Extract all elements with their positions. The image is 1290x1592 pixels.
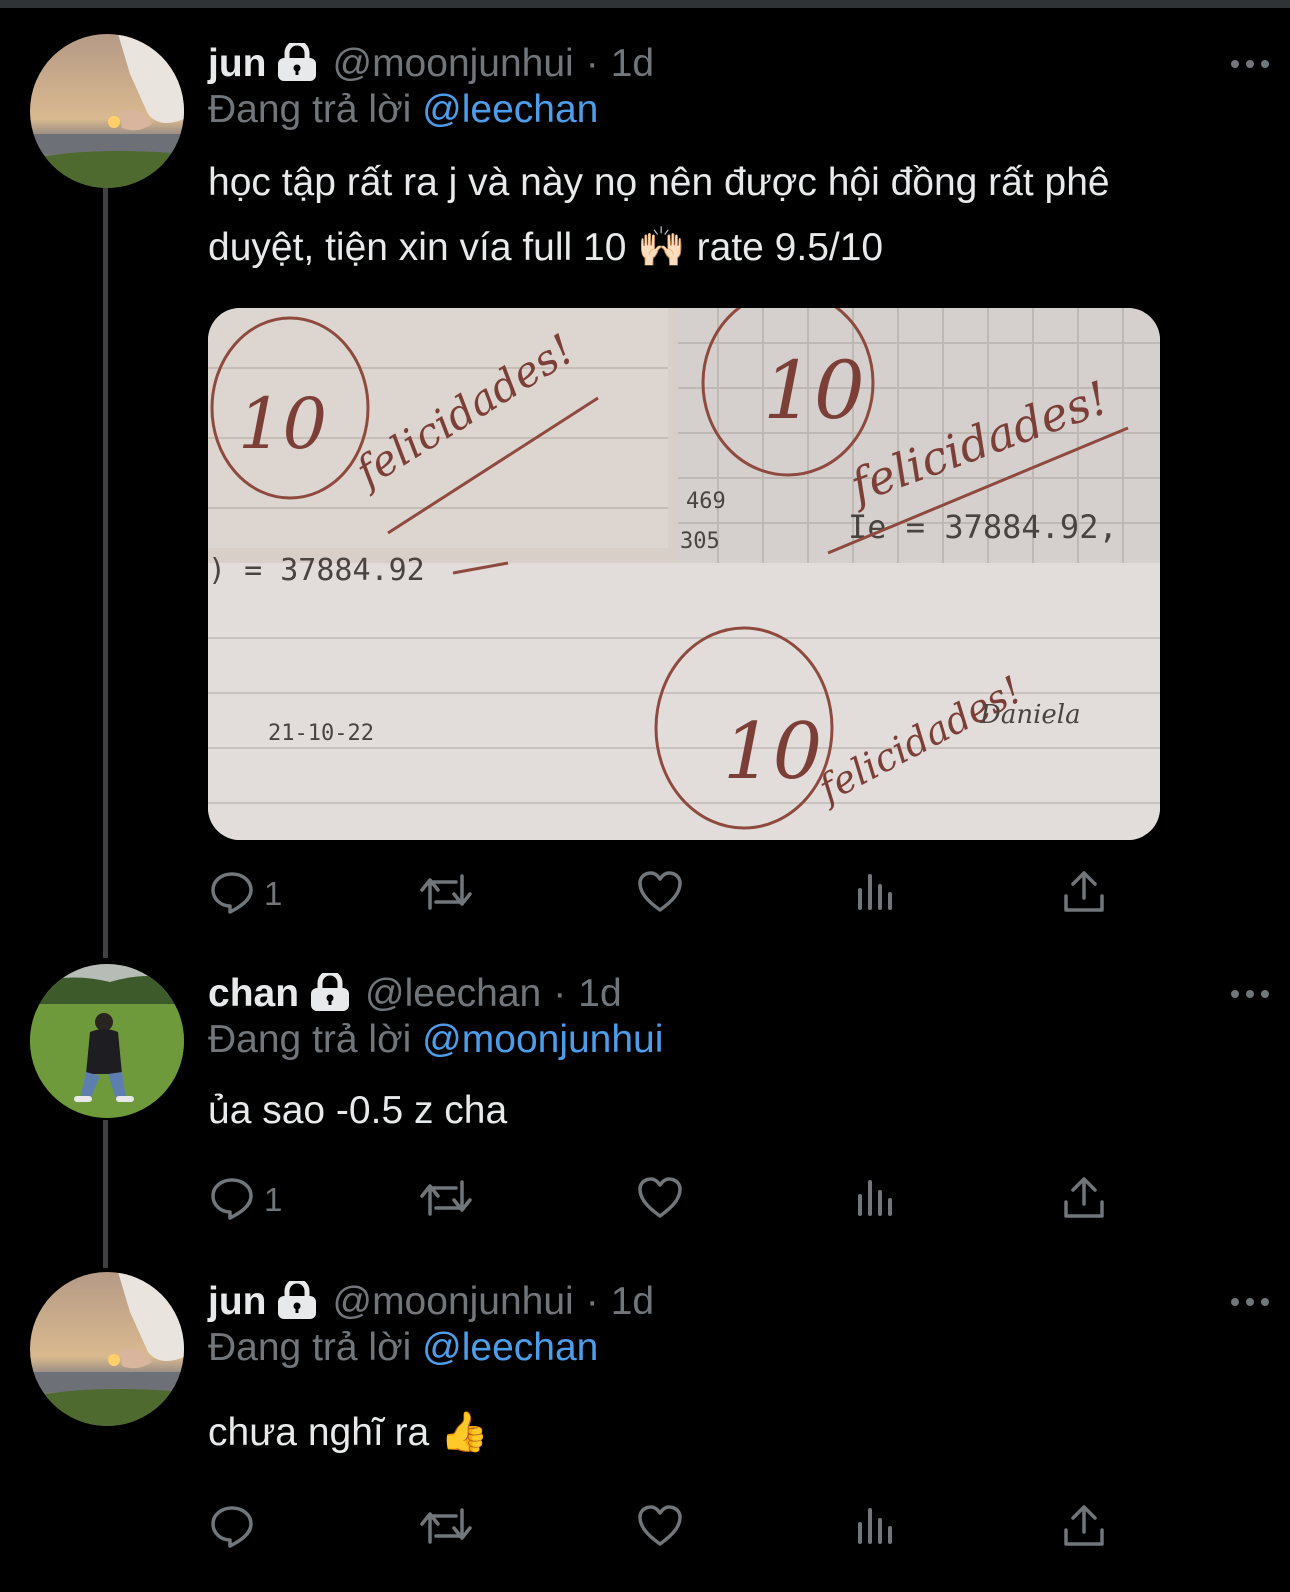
lock-icon — [309, 970, 351, 1016]
user-handle[interactable]: @leechan — [365, 972, 541, 1016]
photo-score: 10 — [763, 344, 865, 437]
replying-to-label: Đang trả lời — [208, 1018, 412, 1061]
lock-icon — [276, 40, 318, 86]
like-icon — [636, 1502, 684, 1555]
user-handle[interactable]: @moonjunhui — [332, 1280, 573, 1324]
share-button[interactable] — [1060, 1172, 1108, 1228]
share-icon — [1060, 868, 1108, 921]
more-icon[interactable] — [1220, 1282, 1280, 1322]
tweet-actions: 1 — [208, 1172, 1108, 1228]
timestamp[interactable]: 1d — [611, 42, 654, 86]
share-icon — [1060, 1174, 1108, 1227]
replying-to: Đang trả lời @leechan — [208, 1326, 598, 1370]
reply-mention[interactable]: @leechan — [422, 1326, 598, 1369]
analytics-icon — [852, 868, 900, 921]
more-icon[interactable] — [1220, 974, 1280, 1014]
tweet-photo[interactable]: 10 10 10 felicidades! felicidades! felic… — [208, 308, 1160, 840]
tweet-header: chan @leechan · 1d — [208, 968, 622, 1020]
share-button[interactable] — [1060, 866, 1108, 922]
retweet-button[interactable] — [418, 866, 474, 922]
tweet-content: jun @moonjunhui · 1d Đang trả lời @leech… — [208, 38, 1269, 938]
replying-to-label: Đang trả lời — [208, 88, 412, 131]
retweet-icon — [418, 1502, 474, 1555]
timestamp[interactable]: 1d — [611, 1280, 654, 1324]
avatar-jun[interactable] — [30, 1272, 184, 1426]
display-name[interactable]: chan — [208, 972, 299, 1016]
avatar-chan[interactable] — [30, 964, 184, 1118]
like-button[interactable] — [636, 1500, 684, 1556]
tweet-text: chưa nghĩ ra 👍 — [208, 1400, 1240, 1465]
replying-to: Đang trả lời @leechan — [208, 88, 598, 132]
reply-icon — [208, 1174, 256, 1227]
reply-count: 1 — [264, 1181, 283, 1218]
separator-dot: · — [585, 42, 599, 85]
analytics-icon — [852, 1502, 900, 1555]
retweet-icon — [418, 1174, 474, 1227]
reply-mention[interactable]: @moonjunhui — [422, 1018, 663, 1061]
like-icon — [636, 868, 684, 921]
separator-dot: · — [585, 1280, 599, 1323]
photo-signature: Daniela — [979, 700, 1081, 730]
photo-fraction: 305 — [680, 529, 720, 554]
tweet-header: jun @moonjunhui · 1d — [208, 38, 654, 90]
reply-icon — [208, 1502, 256, 1555]
share-button[interactable] — [1060, 1500, 1108, 1556]
photo-date: 21-10-22 — [268, 721, 374, 746]
reply-mention[interactable]: @leechan — [422, 88, 598, 131]
tweet-3[interactable]: jun @moonjunhui · 1d Đang trả lời @leech… — [0, 1272, 1290, 1572]
reply-button[interactable] — [208, 1500, 256, 1556]
tweet-text-line: ủa sao -0.5 z cha — [208, 1089, 508, 1132]
tweet-text-line: học tập rất ra j và này nọ nên được hội … — [208, 161, 1110, 204]
tweet-2[interactable]: chan @leechan · 1d Đang trả lời @moonjun… — [0, 964, 1290, 1244]
display-name[interactable]: jun — [208, 1280, 266, 1324]
tweet-text-line: chưa nghĩ ra 👍 — [208, 1411, 489, 1454]
photo-calc: ) = 37884.92 — [208, 553, 425, 588]
tweet-text: ủa sao -0.5 z cha — [208, 1078, 1240, 1143]
user-handle[interactable]: @moonjunhui — [332, 42, 573, 86]
photo-fraction: 469 — [686, 489, 726, 514]
analytics-button[interactable] — [852, 1500, 900, 1556]
replying-to-label: Đang trả lời — [208, 1326, 412, 1369]
display-name[interactable]: jun — [208, 42, 266, 86]
retweet-icon — [418, 868, 474, 921]
reply-button[interactable]: 1 — [208, 866, 282, 922]
reply-count: 1 — [264, 875, 283, 912]
like-icon — [636, 1174, 684, 1227]
replying-to: Đang trả lời @moonjunhui — [208, 1018, 663, 1062]
retweet-button[interactable] — [418, 1172, 474, 1228]
top-divider — [0, 0, 1290, 8]
analytics-icon — [852, 1174, 900, 1227]
reply-icon — [208, 868, 256, 921]
avatar-jun[interactable] — [30, 34, 184, 188]
tweet-text-line: duyệt, tiện xin vía full 10 🙌🏻 rate 9.5/… — [208, 226, 884, 269]
photo-score: 10 — [723, 707, 822, 797]
tweet-1[interactable]: jun @moonjunhui · 1d Đang trả lời @leech… — [0, 34, 1290, 944]
timestamp[interactable]: 1d — [578, 972, 621, 1016]
share-icon — [1060, 1502, 1108, 1555]
separator-dot: · — [553, 972, 567, 1015]
photo-score: 10 — [238, 383, 327, 465]
more-icon[interactable] — [1220, 44, 1280, 84]
lock-icon — [276, 1278, 318, 1324]
tweet-content: jun @moonjunhui · 1d Đang trả lời @leech… — [208, 1276, 1269, 1566]
retweet-button[interactable] — [418, 1500, 474, 1556]
tweet-actions — [208, 1500, 1108, 1556]
analytics-button[interactable] — [852, 866, 900, 922]
tweet-text: học tập rất ra j và này nọ nên được hội … — [208, 150, 1240, 280]
reply-button[interactable]: 1 — [208, 1172, 282, 1228]
tweet-header: jun @moonjunhui · 1d — [208, 1276, 654, 1328]
analytics-button[interactable] — [852, 1172, 900, 1228]
like-button[interactable] — [636, 1172, 684, 1228]
like-button[interactable] — [636, 866, 684, 922]
tweet-content: chan @leechan · 1d Đang trả lời @moonjun… — [208, 968, 1269, 1238]
tweet-actions: 1 — [208, 866, 1108, 922]
